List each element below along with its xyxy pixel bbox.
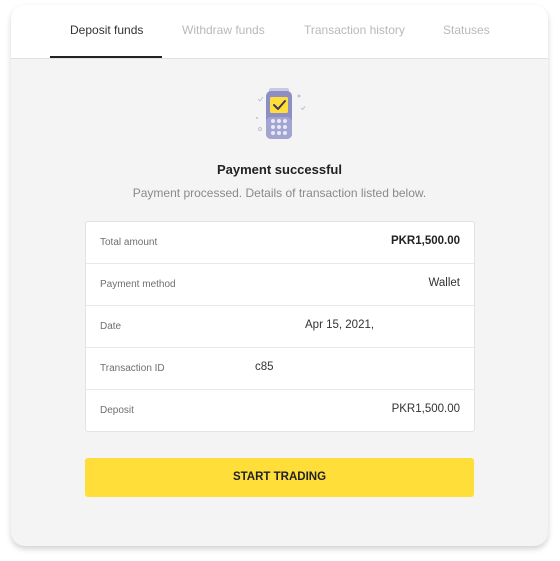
detail-value: PKR1,500.00 xyxy=(390,235,460,247)
tab-transaction-history[interactable]: Transaction history xyxy=(304,23,405,37)
detail-row-date: Date Apr 15, 2021, xyxy=(86,306,474,348)
detail-label: Transaction ID xyxy=(100,363,165,374)
tab-withdraw-funds[interactable]: Withdraw funds xyxy=(182,23,265,37)
status-subtitle: Payment processed. Details of transactio… xyxy=(132,186,427,200)
detail-label: Deposit xyxy=(100,405,134,416)
active-tab-indicator xyxy=(50,56,162,58)
detail-row-total-amount: Total amount PKR1,500.00 xyxy=(86,222,474,264)
detail-label: Date xyxy=(100,321,122,332)
tab-statuses[interactable]: Statuses xyxy=(443,23,490,37)
detail-value: Wallet xyxy=(428,277,460,289)
detail-row-payment-method: Payment method Wallet xyxy=(86,264,474,306)
detail-value: Apr 15, 2021, xyxy=(305,319,375,331)
tab-deposit-funds[interactable]: Deposit funds xyxy=(70,23,143,37)
detail-row-deposit: Deposit PKR1,500.00 xyxy=(86,390,474,431)
detail-label: Total amount xyxy=(100,237,158,248)
detail-label: Payment method xyxy=(100,279,176,290)
deposit-card: Deposit funds Withdraw funds Transaction… xyxy=(11,5,548,546)
payment-terminal-check-icon xyxy=(252,87,308,143)
detail-row-transaction-id: Transaction ID c85 xyxy=(86,348,474,390)
tab-bar: Deposit funds Withdraw funds Transaction… xyxy=(11,5,548,59)
start-trading-button[interactable]: START TRADING xyxy=(85,458,474,497)
detail-value: c85 xyxy=(255,361,274,373)
transaction-details-table: Total amount PKR1,500.00 Payment method … xyxy=(85,221,475,432)
status-title: Payment successful xyxy=(216,162,342,177)
detail-value: PKR1,500.00 xyxy=(391,403,460,415)
